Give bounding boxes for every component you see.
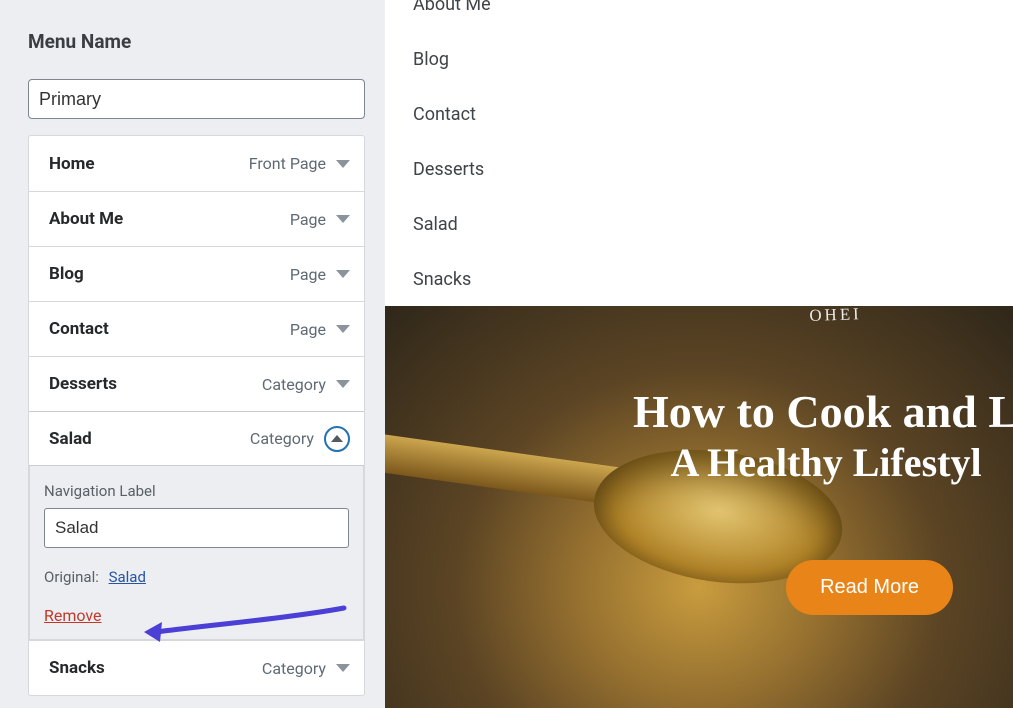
collapse-toggle[interactable] xyxy=(324,426,350,452)
menu-item-label: Home xyxy=(49,154,95,174)
preview-nav-item[interactable]: Snacks xyxy=(413,269,1013,290)
preview-nav-item[interactable]: Blog xyxy=(413,49,1013,70)
menu-item-snacks[interactable]: Snacks Category xyxy=(29,640,364,695)
menu-editor-sidebar: Menu Name Home Front Page About Me Page … xyxy=(0,0,385,708)
hero-logo-icon: ᴼᴴᴱᴵ xyxy=(809,306,960,345)
menu-item-label: Contact xyxy=(49,319,109,339)
chevron-down-icon xyxy=(336,664,350,672)
remove-menu-item-link[interactable]: Remove xyxy=(44,606,102,625)
annotation-arrow-icon xyxy=(140,602,350,644)
section-title-menu-name: Menu Name xyxy=(28,30,365,53)
original-label-row: Original: Salad xyxy=(44,568,349,586)
menu-item-label: Snacks xyxy=(49,658,105,678)
menu-item-contact[interactable]: Contact Page xyxy=(29,301,364,356)
hero-title-line2: A Healthy Lifestyl xyxy=(633,439,1013,487)
menu-item-type: Category xyxy=(262,659,326,678)
menu-item-label: About Me xyxy=(49,209,123,229)
menu-item-label: Salad xyxy=(49,429,92,449)
hero-banner: ᴼᴴᴱᴵ How to Cook and L A Healthy Lifesty… xyxy=(385,306,1013,708)
preview-nav-item[interactable]: Contact xyxy=(413,104,1013,125)
menu-name-input[interactable] xyxy=(28,79,365,119)
menu-item-type: Category xyxy=(262,375,326,394)
menu-item-type: Page xyxy=(290,210,326,229)
chevron-down-icon xyxy=(336,160,350,168)
menu-item-blog[interactable]: Blog Page xyxy=(29,246,364,301)
chevron-up-icon xyxy=(331,435,343,442)
menu-item-home[interactable]: Home Front Page xyxy=(29,136,364,191)
menu-item-salad[interactable]: Salad Category xyxy=(29,411,364,466)
live-preview: About Me Blog Contact Desserts Salad Sna… xyxy=(385,0,1013,708)
navigation-label-text: Navigation Label xyxy=(44,482,349,500)
read-more-button[interactable]: Read More xyxy=(786,560,953,615)
menu-item-type: Category xyxy=(250,429,314,448)
menu-item-detail-panel: Navigation Label Original: Salad Remove xyxy=(29,466,364,640)
preview-nav-item[interactable]: Desserts xyxy=(413,159,1013,180)
menu-item-label: Desserts xyxy=(49,374,117,394)
chevron-down-icon xyxy=(336,215,350,223)
menu-item-desserts[interactable]: Desserts Category xyxy=(29,356,364,411)
menu-item-type: Page xyxy=(290,265,326,284)
hero-title: How to Cook and L A Healthy Lifestyl xyxy=(633,386,1013,487)
chevron-down-icon xyxy=(336,325,350,333)
original-link[interactable]: Salad xyxy=(109,568,146,586)
preview-nav-item[interactable]: About Me xyxy=(413,0,1013,15)
menu-item-type: Front Page xyxy=(249,154,326,173)
menu-item-type: Page xyxy=(290,320,326,339)
hero-title-line1: How to Cook and L xyxy=(633,386,1013,439)
preview-nav-list: About Me Blog Contact Desserts Salad Sna… xyxy=(385,0,1013,290)
chevron-down-icon xyxy=(336,270,350,278)
navigation-label-input[interactable] xyxy=(44,508,349,548)
menu-item-label: Blog xyxy=(49,264,84,284)
preview-nav-item[interactable]: Salad xyxy=(413,214,1013,235)
chevron-down-icon xyxy=(336,380,350,388)
menu-item-about-me[interactable]: About Me Page xyxy=(29,191,364,246)
original-label: Original: xyxy=(44,568,99,586)
menu-items-list: Home Front Page About Me Page Blog Page xyxy=(28,135,365,696)
